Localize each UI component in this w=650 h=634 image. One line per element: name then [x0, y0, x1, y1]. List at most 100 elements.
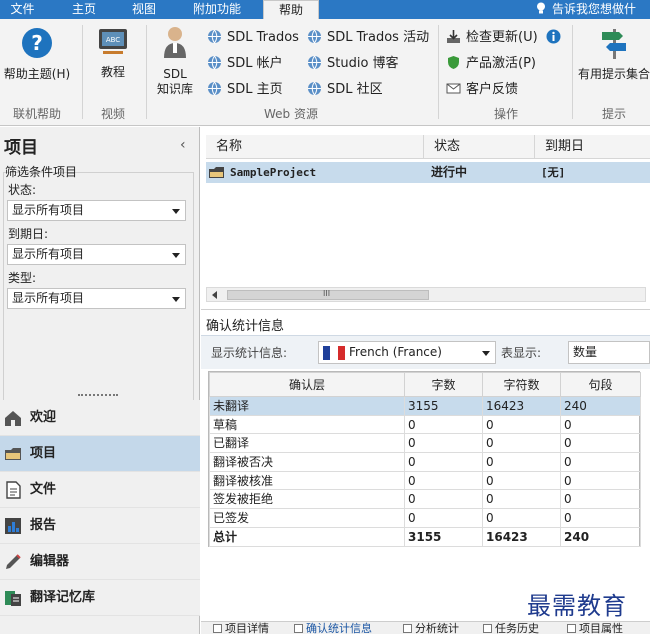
stats-cell: 0 [482, 414, 561, 435]
table-row[interactable]: 翻译被核准 0 0 0 [209, 470, 641, 491]
svg-text:ABC: ABC [106, 36, 120, 44]
ribbon: ? 帮助主题(H) 联机帮助 ABC 教程 视频 SDL 知识库 SDL Tra… [0, 19, 650, 126]
stats-cell: 草稿 [209, 414, 405, 435]
tab-confirmation-stats[interactable]: 确认统计信息 [294, 623, 372, 634]
status-filter-select[interactable]: 显示所有项目 [7, 200, 186, 221]
table-row[interactable]: 翻译被否决 0 0 0 [209, 452, 641, 472]
section-divider[interactable] [201, 309, 650, 310]
splitter-grip[interactable] [78, 394, 118, 397]
tab-project-details[interactable]: 项目详情 [213, 623, 269, 634]
tab-analysis-stats-label: 分析统计 [415, 622, 459, 634]
link-studio-blog[interactable]: Studio 博客 [307, 55, 399, 73]
tab-file[interactable]: 文件 [0, 0, 45, 19]
scroll-left-arrow-icon[interactable] [212, 291, 217, 299]
stats-cell: 0 [482, 452, 561, 472]
nav-item-reports[interactable]: 报告 [0, 508, 200, 544]
table-row[interactable]: 草稿 0 0 0 [209, 414, 641, 435]
table-row[interactable]: 未翻译 3155 16423 240 [209, 396, 641, 416]
nav-item-translation-memories[interactable]: 翻译记忆库 [0, 580, 200, 616]
shield-icon [448, 56, 459, 69]
sdl-knowledge-line1: SDL [163, 67, 187, 81]
globe-icon [208, 29, 221, 44]
mail-icon [446, 83, 461, 94]
pencil-icon [6, 554, 21, 569]
column-header-status[interactable]: 状态 [424, 135, 535, 159]
horizontal-scrollbar[interactable]: III [206, 287, 646, 302]
link-sdl-trados[interactable]: SDL Trados [207, 29, 299, 47]
table-row[interactable]: 签发被拒绝 0 0 0 [209, 489, 641, 510]
status-filter-label: 状态: [8, 183, 37, 197]
link-sdl-community-label: SDL 社区 [327, 82, 383, 97]
useful-tips-button[interactable]: 有用提示集合 [578, 27, 650, 82]
stats-cell: 0 [560, 470, 641, 491]
tab-confirmation-stats-label: 确认统计信息 [306, 622, 372, 634]
column-header-due-date[interactable]: 到期日 [535, 135, 650, 159]
language-select[interactable]: French (France) [318, 341, 496, 364]
tab-project-properties[interactable]: 项目属性 [567, 623, 623, 634]
project-folder-icon [209, 167, 224, 178]
table-show-select[interactable]: 数量 [568, 341, 650, 364]
link-sdl-home[interactable]: SDL 主页 [207, 81, 283, 99]
table-row[interactable]: 已签发 0 0 0 [209, 508, 641, 528]
home-icon [5, 411, 21, 426]
chevron-down-icon [172, 209, 180, 214]
sdl-knowledge-base-button[interactable]: SDL 知识库 [150, 25, 200, 97]
stats-icon [294, 624, 303, 633]
due-date-filter-label: 到期日: [8, 227, 49, 241]
nav-item-files[interactable]: 文件 [0, 472, 200, 508]
column-header-name[interactable]: 名称 [206, 135, 424, 159]
group-label-tips: 提示 [601, 107, 626, 121]
table-row-total[interactable]: 总计 3155 16423 240 [209, 526, 641, 547]
customer-feedback-button[interactable]: 客户反馈 [446, 81, 518, 99]
type-filter-value: 显示所有项目 [12, 291, 85, 305]
stats-toolbar: 显示统计信息: French (France) 表显示: 数量 [201, 335, 650, 369]
svg-text:?: ? [31, 31, 43, 55]
globe-icon [308, 29, 321, 44]
stats-cell: 0 [404, 489, 483, 510]
person-icon [164, 27, 186, 58]
stats-header-characters: 字符数 [482, 372, 561, 397]
status-filter-value: 显示所有项目 [12, 203, 85, 217]
type-filter-select[interactable]: 显示所有项目 [7, 288, 186, 309]
stats-cell: 0 [482, 433, 561, 454]
folder-icon [5, 448, 21, 460]
group-separator [572, 25, 573, 119]
tell-me-box[interactable]: 告诉我您想做什 [536, 0, 636, 19]
tab-analysis-stats[interactable]: 分析统计 [403, 623, 459, 634]
nav-item-reports-label: 报告 [30, 518, 57, 533]
nav-item-editor[interactable]: 编辑器 [0, 544, 200, 580]
nav-item-projects[interactable]: 项目 [0, 436, 200, 472]
nav-item-welcome[interactable]: 欢迎 [0, 400, 200, 436]
tab-view[interactable]: 视图 [118, 0, 170, 19]
project-name: SampleProject [230, 166, 317, 179]
stats-cell: 0 [404, 508, 483, 528]
chevron-down-icon [482, 351, 490, 356]
useful-tips-label: 有用提示集合 [578, 67, 650, 81]
product-activation-button[interactable]: 产品激活(P) [446, 55, 536, 73]
stats-cell: 已签发 [209, 508, 405, 528]
collapse-panel-button[interactable]: ‹ [180, 137, 186, 153]
sdl-knowledge-line2: 知识库 [156, 82, 193, 96]
stats-header-segments: 句段 [560, 372, 641, 397]
info-icon[interactable] [546, 29, 561, 44]
details-icon [213, 624, 222, 633]
panel-title: 项目 [4, 138, 38, 158]
table-row[interactable]: SampleProject 进行中 [无] [206, 162, 650, 183]
help-topics-label: 帮助主题(H) [3, 67, 71, 81]
link-sdl-trados-events[interactable]: SDL Trados 活动 [307, 29, 429, 47]
due-date-filter-select[interactable]: 显示所有项目 [7, 244, 186, 265]
check-updates-button[interactable]: 检查更新(U) [446, 29, 538, 47]
table-row[interactable]: 已翻译 0 0 0 [209, 433, 641, 454]
tell-me-text: 告诉我您想做什 [552, 2, 637, 16]
tab-addins[interactable]: 附加功能 [178, 0, 256, 19]
tab-home[interactable]: 主页 [58, 0, 110, 19]
tab-task-history[interactable]: 任务历史 [483, 623, 539, 634]
stats-cell: 0 [404, 433, 483, 454]
link-sdl-home-label: SDL 主页 [227, 82, 283, 97]
link-sdl-community[interactable]: SDL 社区 [307, 81, 383, 99]
link-sdl-account[interactable]: SDL 帐户 [207, 55, 283, 73]
tutorial-button[interactable]: ABC 教程 [88, 27, 138, 80]
help-topics-button[interactable]: ? 帮助主题(H) [0, 27, 74, 82]
tab-help[interactable]: 帮助 [263, 0, 319, 19]
help-circle-icon: ? [22, 28, 52, 58]
